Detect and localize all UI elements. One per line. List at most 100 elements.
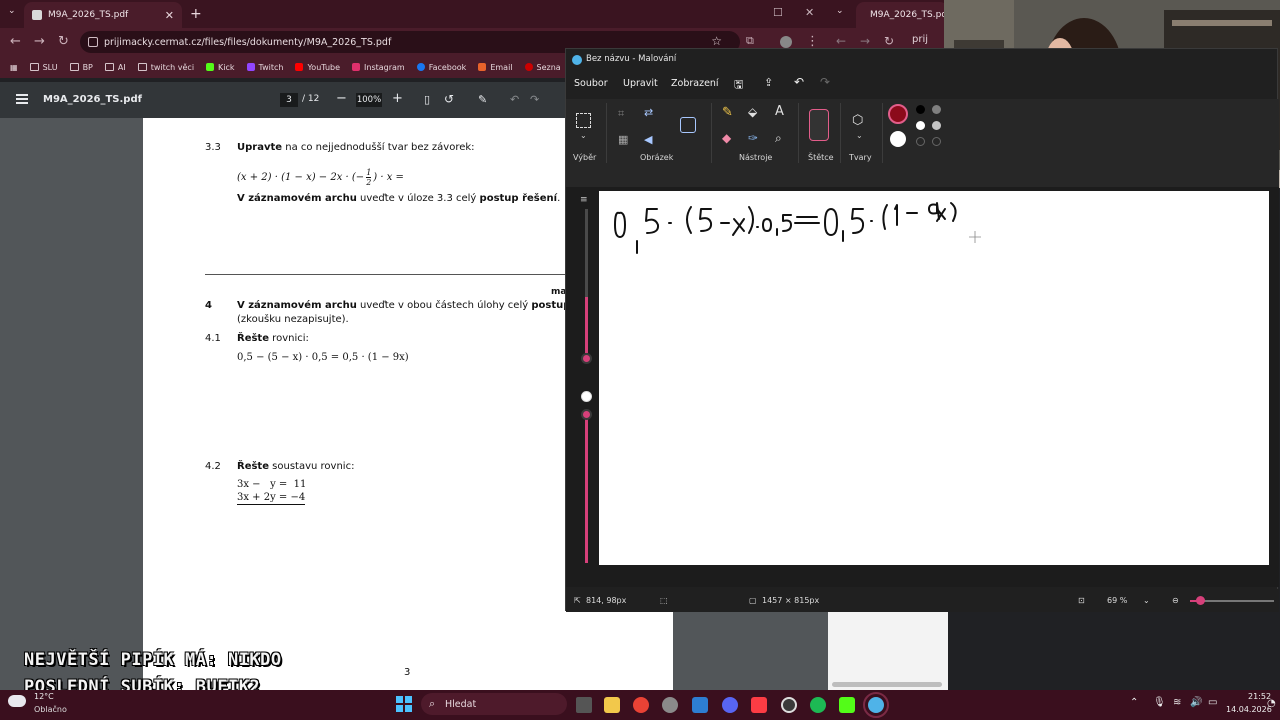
forward-icon[interactable]: →: [860, 34, 870, 48]
volume-icon[interactable]: 🔊: [1190, 697, 1202, 708]
start-icon[interactable]: [396, 696, 412, 712]
color-gray-swatch[interactable]: [932, 105, 941, 114]
new-tab-icon[interactable]: +: [190, 6, 202, 22]
bookmark-item[interactable]: BP: [69, 63, 93, 72]
file-explorer-icon[interactable]: [604, 697, 620, 713]
save-icon[interactable]: 🖫: [734, 76, 743, 95]
fit-window-icon[interactable]: ⊡: [1078, 596, 1085, 605]
chevron-down-icon[interactable]: ⌄: [1143, 596, 1150, 605]
undo-icon[interactable]: ↶: [510, 93, 519, 106]
bookmark-item[interactable]: YouTube: [295, 63, 340, 72]
settings-icon[interactable]: [662, 697, 678, 713]
chevron-down-icon[interactable]: ⌄: [856, 131, 863, 140]
extensions-icon[interactable]: ⧉: [746, 34, 754, 48]
reload-icon[interactable]: ↻: [58, 34, 69, 49]
color-silver-swatch[interactable]: [932, 121, 941, 130]
notifications-icon[interactable]: ◔: [1267, 698, 1276, 709]
forward-icon[interactable]: →: [34, 34, 45, 49]
magnifier-icon[interactable]: ⌕: [775, 131, 782, 146]
crop-icon[interactable]: ⌗: [618, 107, 624, 121]
zoom-out-icon[interactable]: −: [336, 91, 347, 106]
photos-icon[interactable]: [692, 697, 708, 713]
reload-icon[interactable]: ↻: [884, 34, 894, 48]
back-icon[interactable]: ←: [10, 34, 21, 49]
bookmark-item[interactable]: AI: [104, 63, 126, 72]
apps-icon[interactable]: ▦: [10, 63, 18, 72]
flip-icon[interactable]: ▦: [618, 133, 628, 146]
rotate-icon[interactable]: ↺: [444, 92, 454, 106]
custom-color-swatch[interactable]: [932, 137, 941, 146]
resize-icon[interactable]: ⇄: [644, 106, 653, 119]
browser-tab[interactable]: M9A_2026_TS.pdf: [856, 2, 948, 28]
drawing-canvas[interactable]: [599, 191, 1269, 565]
image-select-icon[interactable]: [680, 117, 696, 133]
hamburger-menu-icon[interactable]: [16, 94, 28, 104]
opacity-slider-thumb[interactable]: [581, 409, 592, 420]
eraser-icon[interactable]: ◆: [722, 131, 731, 145]
menu-edit[interactable]: Upravit: [623, 78, 658, 89]
fill-icon[interactable]: ⬙: [748, 105, 757, 119]
browser-tab[interactable]: M9A_2026_TS.pdf ✕: [24, 2, 182, 28]
bookmark-item[interactable]: twitch věci: [137, 63, 194, 72]
color-white-swatch[interactable]: [916, 121, 925, 130]
tab-search-icon[interactable]: ⌄: [836, 6, 844, 16]
profile-avatar[interactable]: [780, 36, 792, 48]
zoom-input[interactable]: 100%: [356, 93, 382, 107]
bookmark-item[interactable]: Email: [478, 63, 513, 72]
horizontal-scrollbar[interactable]: [832, 682, 942, 687]
bookmark-item[interactable]: Sezna: [524, 63, 561, 72]
spotify-icon[interactable]: [810, 697, 826, 713]
pencil-icon[interactable]: ✎: [722, 105, 733, 120]
paint-taskbar-icon[interactable]: [863, 692, 889, 718]
taskbar-search[interactable]: ⌕ Hledat: [421, 693, 567, 715]
selection-icon[interactable]: [576, 113, 591, 128]
redo-icon[interactable]: ↷: [820, 75, 830, 89]
menu-icon[interactable]: ⋮: [806, 34, 819, 49]
zoom-in-icon[interactable]: +: [392, 91, 403, 106]
brush-icon[interactable]: [809, 109, 829, 141]
zoom-level[interactable]: 69 %: [1107, 596, 1127, 605]
chrome-icon[interactable]: [633, 697, 649, 713]
zoom-slider-thumb[interactable]: [1196, 596, 1205, 605]
bookmark-item[interactable]: SLU: [29, 63, 58, 72]
close-tab-icon[interactable]: ✕: [165, 9, 174, 22]
music-icon[interactable]: [751, 697, 767, 713]
battery-icon[interactable]: ▭: [1208, 697, 1217, 708]
shapes-icon[interactable]: ⬡: [852, 113, 863, 128]
text-icon[interactable]: A: [775, 104, 784, 119]
task-view-icon[interactable]: [576, 697, 592, 713]
rotate-icon[interactable]: ◀: [644, 133, 652, 146]
custom-color-swatch[interactable]: [916, 137, 925, 146]
tray-chevron-icon[interactable]: ⌃: [1130, 697, 1138, 708]
kick-icon[interactable]: [839, 697, 855, 713]
fit-page-icon[interactable]: ▯: [424, 93, 430, 106]
menu-file[interactable]: Soubor: [574, 78, 608, 89]
secondary-color-swatch[interactable]: [890, 131, 906, 147]
tab-search-icon[interactable]: ⌄: [8, 6, 16, 16]
annotate-icon[interactable]: ✎: [478, 93, 487, 106]
microphone-icon[interactable]: 🎙: [1153, 697, 1166, 708]
size-slider-thumb[interactable]: [581, 353, 592, 364]
wifi-icon[interactable]: ≋: [1173, 697, 1181, 708]
back-icon[interactable]: ←: [836, 34, 846, 48]
redo-icon[interactable]: ↷: [530, 93, 539, 106]
bookmark-item[interactable]: Kick: [206, 63, 235, 72]
discord-icon[interactable]: [722, 697, 738, 713]
menu-view[interactable]: Zobrazení: [671, 78, 719, 89]
restore-icon[interactable]: ☐: [773, 6, 783, 19]
primary-color-swatch[interactable]: [888, 104, 908, 124]
bookmark-item[interactable]: Instagram: [352, 63, 405, 72]
obs-icon[interactable]: [781, 697, 797, 713]
page-number-input[interactable]: 3: [280, 93, 298, 107]
clock-date[interactable]: 14.04.2026: [1226, 705, 1272, 714]
color-black-swatch[interactable]: [916, 105, 925, 114]
color-picker-icon[interactable]: ✑: [748, 131, 758, 145]
bookmark-item[interactable]: Twitch: [246, 63, 283, 72]
site-info-icon[interactable]: [88, 37, 98, 47]
weather-cloud-icon[interactable]: [8, 695, 26, 707]
chevron-down-icon[interactable]: ⌄: [580, 131, 587, 140]
undo-icon[interactable]: ↶: [794, 75, 804, 89]
share-icon[interactable]: ⇪: [764, 76, 773, 89]
bookmark-star-icon[interactable]: ☆: [711, 34, 722, 48]
bookmark-item[interactable]: Facebook: [416, 63, 466, 72]
